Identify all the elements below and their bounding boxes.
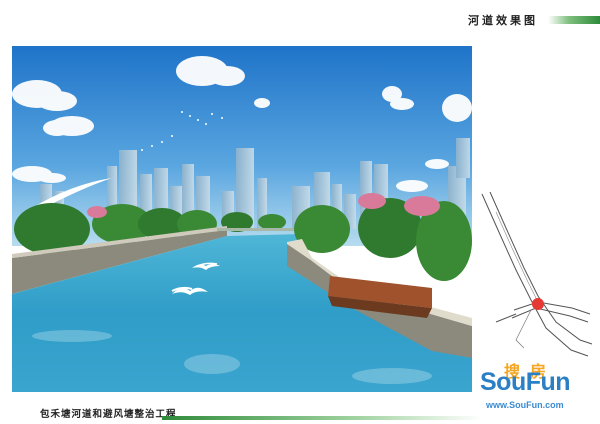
location-marker-icon (532, 298, 544, 310)
project-title: 包禾塘河道和避风塘整治工程 (40, 409, 177, 420)
drawing-sheet: 河道效果图 搜房 SouFun www.SouFun.com 包禾塘河道和避风塘… (0, 0, 600, 424)
watermark-brand: SouFun (480, 368, 571, 396)
location-map-diagram (481, 191, 593, 357)
sheet-title: 河道效果图 (468, 14, 538, 27)
river-rendering (12, 46, 472, 392)
location-map (476, 190, 594, 360)
watermark-url: www.SouFun.com (486, 400, 564, 410)
header-accent-bar (548, 16, 600, 24)
river-rendering-image (12, 46, 472, 392)
footer-accent-bar (162, 416, 482, 420)
distant-bridge (217, 228, 297, 231)
soufun-watermark: 搜房 SouFun www.SouFun.com (480, 358, 592, 414)
